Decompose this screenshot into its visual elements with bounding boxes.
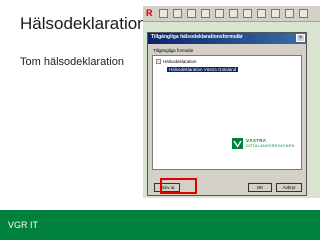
form-selection-dialog: Tillgängliga hälsodeklarationsformulär ×… (147, 32, 307, 196)
tree-root-label: Hälsodeklaration (163, 59, 197, 64)
forms-group-label: Tillgängliga formulär (153, 48, 194, 53)
footer-bar: VGR IT (0, 210, 320, 240)
region-logo: VÄSTRA GÖTALANDSREGIONEN (232, 137, 302, 151)
toolbar-icon[interactable] (257, 9, 266, 18)
toolbar-icon[interactable] (299, 9, 308, 18)
slide-title: Hälsodeklaration (20, 14, 147, 33)
forms-tree: − Hälsodeklaration Hälsodeklaration Västr… (152, 55, 302, 170)
dialog-titlebar[interactable]: Tillgängliga hälsodeklarationsformulär × (148, 33, 306, 44)
toolbar-icon[interactable] (229, 9, 238, 18)
toolbar-icon[interactable] (215, 9, 224, 18)
tree-root-node[interactable]: − Hälsodeklaration (156, 59, 197, 65)
report-icon[interactable]: R (146, 9, 155, 18)
ok-button[interactable]: OK (248, 183, 272, 192)
toolbar-icon[interactable] (187, 9, 196, 18)
cancel-button[interactable]: Avbryt (276, 183, 302, 192)
close-icon[interactable]: × (296, 34, 305, 42)
toolbar-icon[interactable] (285, 9, 294, 18)
toolbar-icon[interactable] (173, 9, 182, 18)
dialog-title: Tillgängliga hälsodeklarationsformulär (151, 34, 243, 40)
print-button-highlight (160, 178, 197, 194)
application-screenshot: R Tillgängliga hälsodeklarationsformulär… (143, 6, 320, 198)
footer-label: VGR IT (8, 220, 39, 230)
logo-mark-icon (232, 138, 243, 149)
tree-child-selected[interactable]: Hälsodeklaration Västra Götaland (167, 67, 239, 72)
collapse-icon[interactable]: − (156, 59, 161, 65)
logo-text-line2: GÖTALANDSREGIONEN (246, 144, 295, 148)
toolbar-icon[interactable] (201, 9, 210, 18)
logo-text-line1: VÄSTRA (246, 138, 267, 143)
toolbar-icon[interactable] (159, 9, 168, 18)
toolbar-icon[interactable] (271, 9, 280, 18)
slide-bullet-text: Tom hälsodeklaration (20, 56, 124, 68)
app-toolbar: R (143, 6, 320, 22)
toolbar-icon[interactable] (243, 9, 252, 18)
